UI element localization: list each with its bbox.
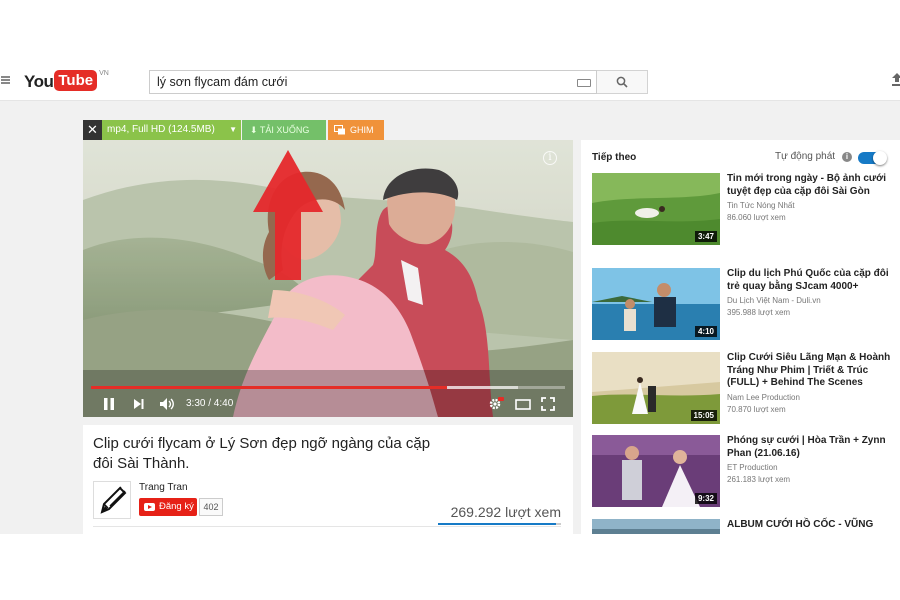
divider	[93, 526, 561, 527]
video-title[interactable]: Clip Cưới Siêu Lãng Mạn & Hoành Tráng Nh…	[727, 352, 892, 390]
keyboard-icon[interactable]	[577, 79, 591, 87]
list-item[interactable]: ALBUM CƯỚI HỒ CỐC - VŨNG	[592, 519, 892, 534]
video-thumbnail[interactable]: 15:05	[592, 352, 720, 424]
video-frame	[83, 140, 573, 417]
video-duration: 4:10	[694, 326, 717, 337]
screenshot-frame: You Tube VN lý sơn flycam đám cưới ✕ mp4…	[0, 57, 900, 534]
video-thumbnail[interactable]: 9:32	[592, 435, 720, 507]
like-ratio-bar	[438, 523, 561, 525]
subscribe-button[interactable]: Đăng ký	[139, 498, 197, 516]
chevron-down-icon: ▼	[229, 125, 237, 134]
next-icon[interactable]	[133, 397, 145, 411]
up-next-sidebar: Tiếp theo Tự động phát i 3:47 Tin mới tr…	[581, 140, 900, 534]
video-progress-fill	[91, 386, 447, 389]
video-player[interactable]: i 3:30 / 4:40	[83, 140, 573, 417]
channel-avatar[interactable]	[93, 481, 131, 519]
video-title[interactable]: ALBUM CƯỚI HỒ CỐC - VŨNG	[727, 519, 892, 532]
like-ratio-fill	[438, 523, 557, 525]
info-icon[interactable]: i	[543, 151, 557, 165]
logo-text-you: You	[24, 72, 54, 91]
download-toolbar: ✕ mp4, Full HD (124.5MB) ▼ ⬇ TẢI XUỐNG G…	[83, 120, 384, 140]
pin-button-label: GHIM	[350, 125, 374, 135]
video-thumbnail[interactable]	[592, 519, 720, 534]
download-close-button[interactable]: ✕	[83, 120, 102, 140]
theater-mode-icon[interactable]	[515, 397, 531, 411]
video-info-card: Clip cưới flycam ở Lý Sơn đẹp ngỡ ngàng …	[83, 425, 573, 534]
list-item[interactable]: 3:47 Tin mới trong ngày - Bộ ảnh cưới tu…	[592, 173, 892, 245]
autoplay-toggle[interactable]	[858, 151, 887, 165]
settings-icon[interactable]	[488, 397, 504, 411]
video-thumbnail[interactable]: 4:10	[592, 268, 720, 340]
list-item[interactable]: 9:32 Phóng sự cưới | Hòa Trần + Zynn Pha…	[592, 435, 892, 507]
logo-text-tube: Tube	[54, 70, 98, 91]
subscriber-count: 402	[199, 498, 223, 516]
subscribe-label: Đăng ký	[159, 501, 194, 512]
video-thumbnail[interactable]: 3:47	[592, 173, 720, 245]
channel-name: ET Production	[727, 463, 778, 472]
search-query: lý sơn flycam đám cưới	[157, 75, 288, 89]
download-button-label: TẢI XUỐNG	[259, 125, 310, 135]
pencil-icon	[100, 486, 127, 514]
search-button[interactable]	[597, 70, 648, 94]
autoplay-label: Tự động phát	[775, 151, 836, 162]
video-title[interactable]: Tin mới trong ngày - Bộ ảnh cưới tuyệt đ…	[727, 173, 892, 198]
fullscreen-icon[interactable]	[541, 397, 555, 411]
view-count: 395.988 lượt xem	[727, 308, 791, 317]
view-count: 86.060 lượt xem	[727, 213, 786, 222]
download-arrow-icon: ⬇	[250, 125, 258, 135]
list-item[interactable]: 4:10 Clip du lịch Phú Quốc của cặp đôi t…	[592, 268, 892, 340]
pin-button[interactable]: GHIM	[328, 120, 384, 140]
view-count: 261.183 lượt xem	[727, 475, 791, 484]
logo-region: VN	[99, 70, 109, 77]
channel-name: Du Lịch Việt Nam - Duli.vn	[727, 296, 821, 305]
video-duration: 9:32	[694, 493, 717, 504]
youtube-play-icon	[144, 503, 155, 511]
info-icon[interactable]: i	[842, 152, 852, 162]
download-button[interactable]: ⬇ TẢI XUỐNG	[242, 120, 326, 140]
video-title[interactable]: Phóng sự cưới | Hòa Trần + Zynn Phan (21…	[727, 435, 892, 460]
menu-icon[interactable]	[1, 76, 10, 84]
video-title[interactable]: Clip du lịch Phú Quốc của cặp đôi trẻ qu…	[727, 268, 892, 293]
channel-name: Tin Tức Nóng Nhất	[727, 201, 795, 210]
upload-icon[interactable]	[892, 72, 900, 86]
list-item[interactable]: 15:05 Clip Cưới Siêu Lãng Mạn & Hoành Tr…	[592, 352, 892, 424]
thumbnail-image	[592, 519, 720, 534]
download-format-value: mp4, Full HD (124.5MB)	[107, 124, 215, 135]
download-format-select[interactable]: mp4, Full HD (124.5MB) ▼	[102, 120, 241, 140]
playback-time: 3:30 / 4:40	[186, 398, 234, 409]
masthead: You Tube VN lý sơn flycam đám cưới	[0, 57, 900, 101]
channel-name[interactable]: Trang Tran	[139, 482, 188, 493]
player-controls: 3:30 / 4:40	[83, 392, 573, 417]
search-input[interactable]: lý sơn flycam đám cưới	[149, 70, 597, 94]
search-icon	[616, 76, 628, 88]
up-next-heading: Tiếp theo	[592, 152, 637, 163]
video-duration: 3:47	[694, 231, 717, 242]
video-progress-bar[interactable]	[91, 386, 565, 389]
channel-name: Nam Lee Production	[727, 393, 800, 402]
view-count: 70.870 lượt xem	[727, 405, 786, 414]
pin-icon	[334, 125, 345, 135]
pause-icon[interactable]	[103, 397, 115, 411]
video-duration: 15:05	[690, 410, 717, 421]
youtube-logo[interactable]: You Tube VN	[24, 70, 109, 92]
view-count: 269.292 lượt xem	[450, 504, 561, 520]
volume-icon[interactable]	[159, 397, 175, 411]
video-title: Clip cưới flycam ở Lý Sơn đẹp ngỡ ngàng …	[93, 435, 431, 472]
